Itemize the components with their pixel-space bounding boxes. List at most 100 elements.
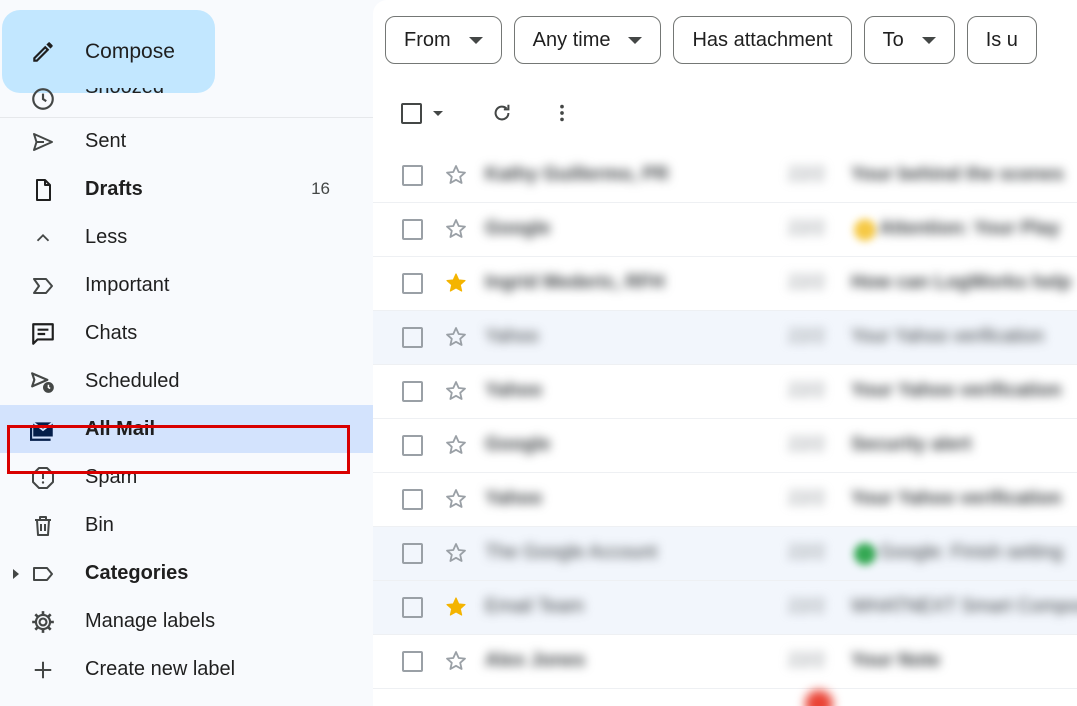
row-sender: Kathy Guillermo, PR — [485, 164, 669, 185]
star-outline-icon[interactable] — [444, 649, 468, 673]
drafts-count: 16 — [311, 179, 330, 198]
row-sender: Ingrid Mederic, RFH — [485, 272, 665, 293]
clock-icon — [30, 88, 56, 112]
nav-list: Snoozed Sent Drafts 16 Less Important — [0, 88, 373, 693]
sidebar-item-label: Create new label — [85, 657, 236, 680]
refresh-button[interactable] — [489, 100, 515, 126]
sidebar-item-label: Snoozed — [85, 88, 164, 99]
annotation-highlight — [7, 425, 350, 474]
draft-icon — [30, 177, 56, 203]
star-outline-icon[interactable] — [444, 487, 468, 511]
row-date: 22/2 — [788, 218, 825, 239]
sidebar-item-snoozed[interactable]: Snoozed — [0, 88, 373, 117]
table-row[interactable]: Alex Jones 22/2 Your Note — [373, 635, 1077, 689]
star-outline-icon[interactable] — [444, 541, 468, 565]
warning-emoji-icon — [854, 219, 876, 241]
row-checkbox[interactable] — [402, 435, 423, 456]
sidebar-item-label: Less — [85, 225, 128, 248]
table-row[interactable]: The Google Account 22/2 Google: Finish s… — [373, 527, 1077, 581]
sidebar-item-scheduled[interactable]: Scheduled — [0, 357, 373, 405]
filter-to[interactable]: To — [863, 16, 955, 64]
expand-arrow-icon[interactable] — [13, 569, 19, 579]
row-subject: Your Yahoo verification — [851, 488, 1062, 509]
row-subject: Your Yahoo verification — [851, 380, 1062, 401]
row-sender: Yahoo — [485, 380, 543, 401]
compose-label: Compose — [85, 39, 175, 63]
row-date: 22/2 — [788, 272, 825, 293]
label-important-icon — [30, 273, 56, 299]
sidebar-item-chats[interactable]: Chats — [0, 309, 373, 357]
sidebar-item-bin[interactable]: Bin — [0, 501, 373, 549]
row-checkbox[interactable] — [402, 489, 423, 510]
star-filled-icon[interactable] — [444, 595, 468, 619]
sidebar-item-important[interactable]: Important — [0, 261, 373, 309]
refresh-icon — [494, 104, 510, 121]
row-checkbox[interactable] — [402, 273, 423, 294]
pencil-icon — [30, 39, 56, 65]
filter-from[interactable]: From — [385, 16, 502, 64]
row-sender: Yahoo — [485, 326, 539, 347]
sidebar-item-label: Chats — [85, 321, 138, 344]
row-checkbox[interactable] — [402, 597, 423, 618]
compose-button[interactable]: Compose — [2, 10, 215, 93]
row-sender: Yahoo — [485, 488, 543, 509]
star-filled-icon[interactable] — [444, 271, 468, 295]
chip-label: From — [404, 28, 451, 51]
row-subject: Your behind the scenes — [851, 164, 1064, 185]
row-checkbox[interactable] — [402, 327, 423, 348]
sidebar-item-sent[interactable]: Sent — [0, 117, 373, 165]
row-checkbox[interactable] — [402, 165, 423, 186]
filter-is-unread[interactable]: Is u — [966, 16, 1037, 64]
row-checkbox[interactable] — [402, 219, 423, 240]
chip-label: Any time — [532, 28, 611, 51]
row-subject: Google: Finish setting — [879, 542, 1063, 563]
dropdown-arrow-icon — [433, 110, 443, 116]
gear-icon — [30, 609, 56, 635]
sidebar-item-manage-labels[interactable]: Manage labels — [0, 597, 373, 645]
table-row[interactable]: Yahoo 22/2 Your Yahoo verification — [373, 473, 1077, 527]
sidebar-item-drafts[interactable]: Drafts 16 — [0, 165, 373, 213]
partial-row-avatar — [805, 690, 833, 706]
select-all-checkbox[interactable] — [401, 100, 422, 126]
row-checkbox[interactable] — [402, 651, 423, 672]
sidebar-item-categories[interactable]: Categories — [0, 549, 373, 597]
chevron-up-icon — [30, 225, 56, 251]
select-dropdown[interactable] — [433, 100, 443, 126]
row-date: 22/2 — [788, 326, 825, 347]
send-icon — [30, 129, 56, 155]
filter-has-attachment[interactable]: Has attachment — [673, 16, 852, 64]
star-outline-icon[interactable] — [444, 217, 468, 241]
table-row[interactable]: Ingrid Mederic, RFH 22/2 How can LogWork… — [373, 257, 1077, 311]
table-row[interactable]: Google 22/2 Attention: Your Play — [373, 203, 1077, 257]
sidebar-item-less[interactable]: Less — [0, 213, 373, 261]
star-outline-icon[interactable] — [444, 379, 468, 403]
more-options-button[interactable] — [549, 100, 575, 126]
sidebar-item-label: Manage labels — [85, 609, 216, 632]
table-row[interactable]: Yahoo 22/2 Your Yahoo verification — [373, 311, 1077, 365]
star-outline-icon[interactable] — [444, 163, 468, 187]
dropdown-arrow-icon — [921, 36, 936, 44]
row-subject: Security alert — [851, 434, 972, 455]
row-sender: The Google Account — [485, 542, 658, 563]
sidebar-item-create-label[interactable]: Create new label — [0, 645, 373, 693]
star-outline-icon[interactable] — [444, 433, 468, 457]
row-date: 22/2 — [788, 488, 825, 509]
row-checkbox[interactable] — [402, 381, 423, 402]
google-emoji-icon — [854, 543, 876, 565]
row-sender: Google — [485, 434, 551, 455]
table-row[interactable]: Kathy Guillermo, PR 22/2 Your behind the… — [373, 149, 1077, 203]
table-row[interactable]: Yahoo 22/2 Your Yahoo verification — [373, 365, 1077, 419]
trash-icon — [30, 513, 56, 539]
row-subject: Attention: Your Play — [879, 218, 1060, 239]
star-outline-icon[interactable] — [444, 325, 468, 349]
sidebar-item-label: Categories — [85, 561, 189, 584]
chip-label: Has attachment — [692, 28, 833, 51]
table-row[interactable]: Google 22/2 Security alert — [373, 419, 1077, 473]
row-date: 22/2 — [788, 542, 825, 563]
list-toolbar — [373, 88, 1077, 136]
row-checkbox[interactable] — [402, 543, 423, 564]
filter-any-time[interactable]: Any time — [513, 16, 662, 64]
filter-chips: From Any time Has attachment To Is u — [385, 16, 1037, 64]
row-date: 22/2 — [788, 596, 825, 617]
table-row[interactable]: Email Team 22/2 WHATNEXT Smart Compose — [373, 581, 1077, 635]
